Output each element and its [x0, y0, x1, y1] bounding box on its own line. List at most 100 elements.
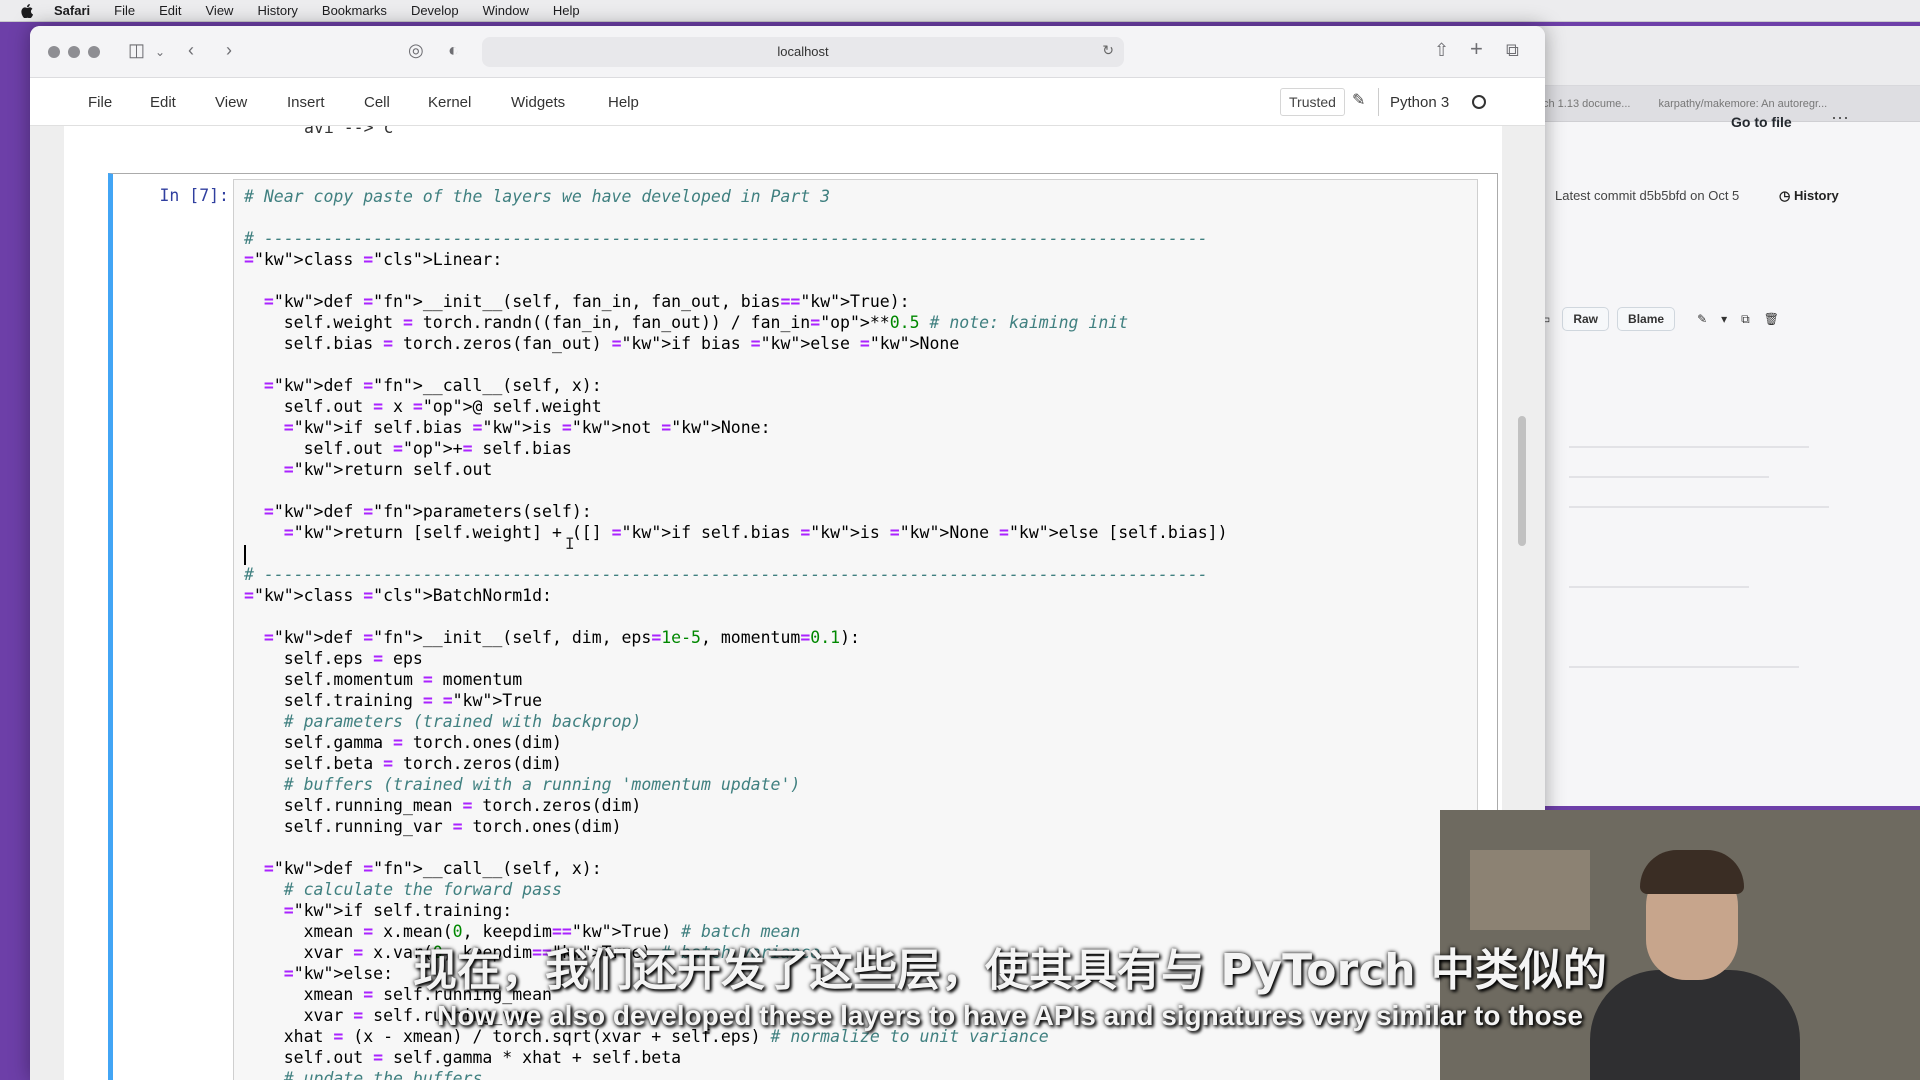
background-github-window: ch 1.13 docume... karpathy/makemore: An … — [1528, 26, 1920, 806]
history-label: History — [1793, 188, 1839, 203]
faded-line — [1569, 586, 1749, 588]
jupyter-menu-cell[interactable]: Cell — [364, 94, 390, 111]
share-icon[interactable]: ⇧ — [1434, 40, 1449, 61]
shield-icon[interactable]: ◐ — [448, 40, 459, 61]
code-line: self.running_mean = torch.zeros(dim) — [244, 796, 642, 815]
menu-safari[interactable]: Safari — [54, 3, 90, 18]
chevron-down-icon[interactable]: ⌄ — [155, 45, 165, 59]
chevron-down-icon[interactable]: ▾ — [1721, 312, 1727, 326]
code-line: self.running_var = torch.ones(dim) — [244, 817, 622, 836]
tab-makemore[interactable]: karpathy/makemore: An autoregr... — [1644, 98, 1841, 110]
close-window-button[interactable] — [48, 46, 60, 58]
menu-window[interactable]: Window — [483, 3, 529, 18]
code-line: # --------------------------------------… — [244, 229, 1208, 248]
minimize-window-button[interactable] — [68, 46, 80, 58]
previous-cell-output: avi --> c — [304, 126, 394, 137]
safari-toolbar: ◫ ⌄ ‹ › ◎ ◐ localhost ↻ ⇧ + ⧉ — [30, 26, 1545, 78]
code-line: # update the buffers — [283, 1069, 483, 1080]
jupyter-menu-view[interactable]: View — [215, 94, 247, 111]
code-line: self.weight = torch.randn((fan_in, fan_o… — [244, 313, 1129, 332]
macos-menu-bar: Safari File Edit View History Bookmarks … — [0, 0, 1920, 22]
code-line: # buffers (trained with a running 'momen… — [283, 775, 801, 794]
code-line: ="kw">def ="fn">parameters(self): — [263, 502, 592, 521]
menu-history[interactable]: History — [257, 3, 297, 18]
jupyter-menu-edit[interactable]: Edit — [150, 94, 176, 111]
webcam-shelf — [1470, 850, 1590, 930]
code-line: ="kw">def ="fn">__init__(self, dim, eps=… — [263, 628, 860, 647]
new-tab-icon[interactable]: + — [1470, 36, 1483, 62]
kernel-status-icon — [1472, 95, 1486, 109]
code-line: self.momentum = momentum — [244, 670, 523, 689]
code-line: # --------------------------------------… — [244, 565, 1208, 584]
reload-icon[interactable]: ↻ — [1102, 42, 1114, 59]
background-window-tabs: ch 1.13 docume... karpathy/makemore: An … — [1529, 86, 1920, 122]
safari-window: ◫ ⌄ ‹ › ◎ ◐ localhost ↻ ⇧ + ⧉ File Edit … — [30, 26, 1545, 1080]
file-actions-bar: ▭ Raw Blame ✎ ▾ ⧉ 🗑 — [1539, 302, 1909, 336]
edit-pencil-icon[interactable]: ✎ — [1352, 90, 1365, 110]
edit-pencil-icon[interactable]: ✎ — [1697, 312, 1707, 326]
trash-icon[interactable]: 🗑 — [1764, 312, 1779, 326]
back-arrow-icon[interactable]: ‹ — [188, 40, 194, 61]
address-bar[interactable]: localhost ↻ — [482, 37, 1124, 67]
trusted-badge[interactable]: Trusted — [1280, 88, 1345, 116]
code-line: ="kw">def ="fn">__call__(self, x): — [263, 376, 602, 395]
tab-overview-icon[interactable]: ⧉ — [1506, 40, 1519, 61]
privacy-report-icon[interactable]: ◎ — [408, 40, 424, 61]
code-line: ="kw">if self.training: — [283, 901, 513, 920]
subtitle-chinese: 现在，我们还开发了这些层，使其具有与 PyTorch 中类似的 — [413, 945, 1607, 996]
jupyter-menu-file[interactable]: File — [88, 94, 112, 111]
menu-help[interactable]: Help — [553, 3, 580, 18]
presenter-hair — [1640, 850, 1744, 894]
tab-docs[interactable]: ch 1.13 docume... — [1529, 98, 1644, 110]
raw-button[interactable]: Raw — [1562, 307, 1610, 331]
history-icon: ◷ — [1779, 188, 1794, 203]
window-controls — [48, 46, 100, 58]
history-link[interactable]: ◷ History — [1779, 188, 1839, 204]
copy-icon[interactable]: ⧉ — [1741, 312, 1750, 327]
code-line: ="kw">return self.out — [283, 460, 493, 479]
code-line: ="kw">if self.bias ="kw">is ="kw">not ="… — [283, 418, 771, 437]
divider — [1378, 88, 1379, 116]
faded-line — [1569, 666, 1799, 668]
blame-button[interactable]: Blame — [1617, 307, 1676, 331]
menu-bookmarks[interactable]: Bookmarks — [322, 3, 387, 18]
jupyter-menu-help[interactable]: Help — [608, 94, 639, 111]
latest-commit-text: Latest commit d5b5bfd on Oct 5 — [1555, 188, 1740, 203]
menu-view[interactable]: View — [206, 3, 234, 18]
code-line: ="kw">return [self.weight] + ([] ="kw">i… — [283, 523, 1228, 542]
go-to-file-button[interactable]: Go to file — [1731, 114, 1792, 130]
apple-icon[interactable] — [18, 3, 36, 18]
code-line: self.eps = eps — [244, 649, 423, 668]
faded-line — [1569, 446, 1809, 448]
code-line: self.training = ="kw">True — [244, 691, 543, 710]
code-line: self.out = x ="op">@ self.weight — [244, 397, 602, 416]
code-line: # calculate the forward pass — [283, 880, 562, 899]
cell-prompt: In [7]: — [159, 186, 229, 205]
forward-arrow-icon[interactable]: › — [226, 40, 232, 61]
faded-line — [1569, 476, 1769, 478]
more-options-icon[interactable]: ⋯ — [1831, 108, 1849, 129]
code-line: ="kw">class ="cls">BatchNorm1d: — [244, 586, 552, 605]
faded-line — [1569, 506, 1829, 508]
code-line: self.bias = torch.zeros(fan_out) ="kw">i… — [244, 334, 960, 353]
menu-edit[interactable]: Edit — [159, 3, 181, 18]
jupyter-menu-insert[interactable]: Insert — [287, 94, 325, 111]
jupyter-menu-kernel[interactable]: Kernel — [428, 94, 471, 111]
kernel-name[interactable]: Python 3 — [1390, 94, 1449, 111]
jupyter-menubar: File Edit View Insert Cell Kernel Widget… — [30, 78, 1545, 126]
code-line: self.beta = torch.zeros(dim) — [244, 754, 562, 773]
scrollbar-thumb[interactable] — [1518, 416, 1526, 546]
menu-develop[interactable]: Develop — [411, 3, 459, 18]
code-line: # Near copy paste of the layers we have … — [244, 187, 831, 206]
code-line: self.gamma = torch.ones(dim) — [244, 733, 562, 752]
zoom-window-button[interactable] — [88, 46, 100, 58]
jupyter-menu-widgets[interactable]: Widgets — [511, 94, 565, 111]
menu-file[interactable]: File — [114, 3, 135, 18]
sidebar-toggle-icon[interactable]: ◫ — [128, 40, 145, 61]
